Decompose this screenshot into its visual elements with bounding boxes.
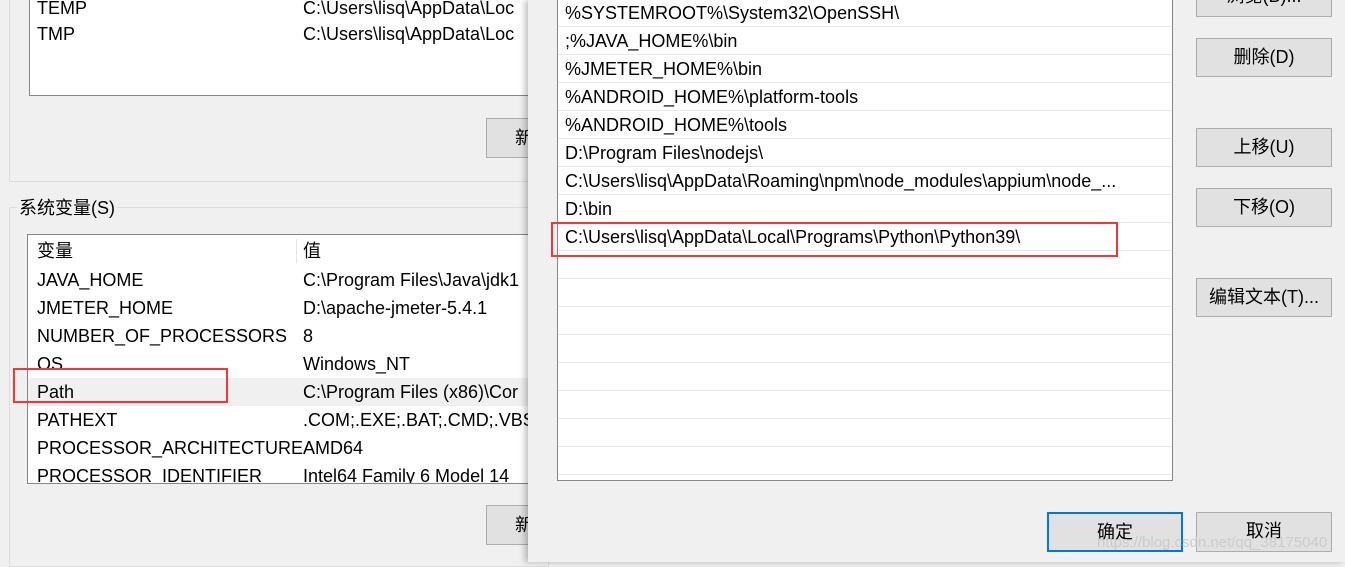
browse-button[interactable]: 浏览(B)... [1196, 0, 1332, 17]
var-name: TEMP [37, 0, 88, 18]
var-value: D:\apache-jmeter-5.4.1 [303, 298, 488, 318]
var-value: AMD64 [303, 438, 364, 458]
var-name: PROCESSOR_ARCHITECTURE [37, 438, 304, 458]
table-row[interactable]: PROCESSOR_ARCHITECTURE AMD64 [28, 434, 548, 462]
path-entry[interactable]: C:\Users\lisq\AppData\Roaming\npm\node_m… [558, 167, 1172, 195]
edit-text-button[interactable]: 编辑文本(T)... [1196, 278, 1332, 317]
table-header: 变量 值 [28, 237, 548, 265]
table-row[interactable]: JAVA_HOME C:\Program Files\Java\jdk1 [28, 266, 548, 294]
path-entry[interactable]: ;%JAVA_HOME%\bin [558, 27, 1172, 55]
var-name: PROCESSOR_IDENTIFIER [37, 466, 263, 484]
empty-row[interactable] [558, 363, 1172, 391]
path-entry[interactable]: %JMETER_HOME%\bin [558, 55, 1172, 83]
empty-row[interactable] [558, 279, 1172, 307]
python-highlight-box [551, 222, 1118, 257]
var-name: JMETER_HOME [37, 298, 174, 318]
system-vars-label: 系统变量(S) [17, 197, 117, 219]
move-up-button[interactable]: 上移(U) [1196, 128, 1332, 167]
var-value: Windows_NT [303, 354, 411, 374]
table-row[interactable]: PATHEXT .COM;.EXE;.BAT;.CMD;.VBS; [28, 406, 548, 434]
user-vars-list[interactable]: TEMP C:\Users\lisq\AppData\Loc TMP C:\Us… [29, 0, 549, 96]
var-name: JAVA_HOME [37, 270, 144, 290]
system-vars-list[interactable]: 变量 值 JAVA_HOME C:\Program Files\Java\jdk1… [27, 234, 549, 484]
var-value: C:\Users\lisq\AppData\Loc [303, 24, 515, 44]
var-value: .COM;.EXE;.BAT;.CMD;.VBS; [303, 410, 540, 430]
path-entry[interactable]: D:\Program Files\nodejs\ [558, 139, 1172, 167]
col-header-name[interactable]: 变量 [37, 237, 73, 265]
table-row[interactable]: TEMP C:\Users\lisq\AppData\Loc [30, 0, 548, 22]
move-down-button[interactable]: 下移(O) [1196, 188, 1332, 227]
var-value: 8 [303, 326, 314, 346]
var-value: C:\Program Files (x86)\Cor [303, 382, 519, 402]
empty-row[interactable] [558, 335, 1172, 363]
column-divider[interactable] [296, 239, 297, 263]
delete-button[interactable]: 删除(D) [1196, 38, 1332, 77]
table-row[interactable]: TMP C:\Users\lisq\AppData\Loc [30, 20, 548, 48]
empty-row[interactable] [558, 419, 1172, 447]
var-name: PATHEXT [37, 410, 118, 430]
path-entry[interactable]: D:\bin [558, 195, 1172, 223]
empty-row[interactable] [558, 307, 1172, 335]
path-entry[interactable]: %SYSTEMROOT%\System32\OpenSSH\ [558, 0, 1172, 27]
path-highlight-box [13, 368, 228, 403]
path-entry[interactable]: %ANDROID_HOME%\tools [558, 111, 1172, 139]
watermark: https://blog.csdn.net/qq_38175040 [1097, 534, 1328, 551]
var-value: C:\Program Files\Java\jdk1 [303, 270, 520, 290]
col-header-value[interactable]: 值 [303, 237, 321, 265]
var-name: TMP [37, 24, 75, 44]
table-row[interactable]: PROCESSOR_IDENTIFIER Intel64 Family 6 Mod… [28, 462, 548, 484]
table-row[interactable]: JMETER_HOME D:\apache-jmeter-5.4.1 [28, 294, 548, 322]
table-row[interactable]: NUMBER_OF_PROCESSORS 8 [28, 322, 548, 350]
path-entry[interactable]: %ANDROID_HOME%\platform-tools [558, 83, 1172, 111]
var-value: Intel64 Family 6 Model 14 [303, 466, 510, 484]
var-name: NUMBER_OF_PROCESSORS [37, 326, 288, 346]
empty-row[interactable] [558, 447, 1172, 475]
var-value: C:\Users\lisq\AppData\Loc [303, 0, 515, 18]
empty-row[interactable] [558, 391, 1172, 419]
